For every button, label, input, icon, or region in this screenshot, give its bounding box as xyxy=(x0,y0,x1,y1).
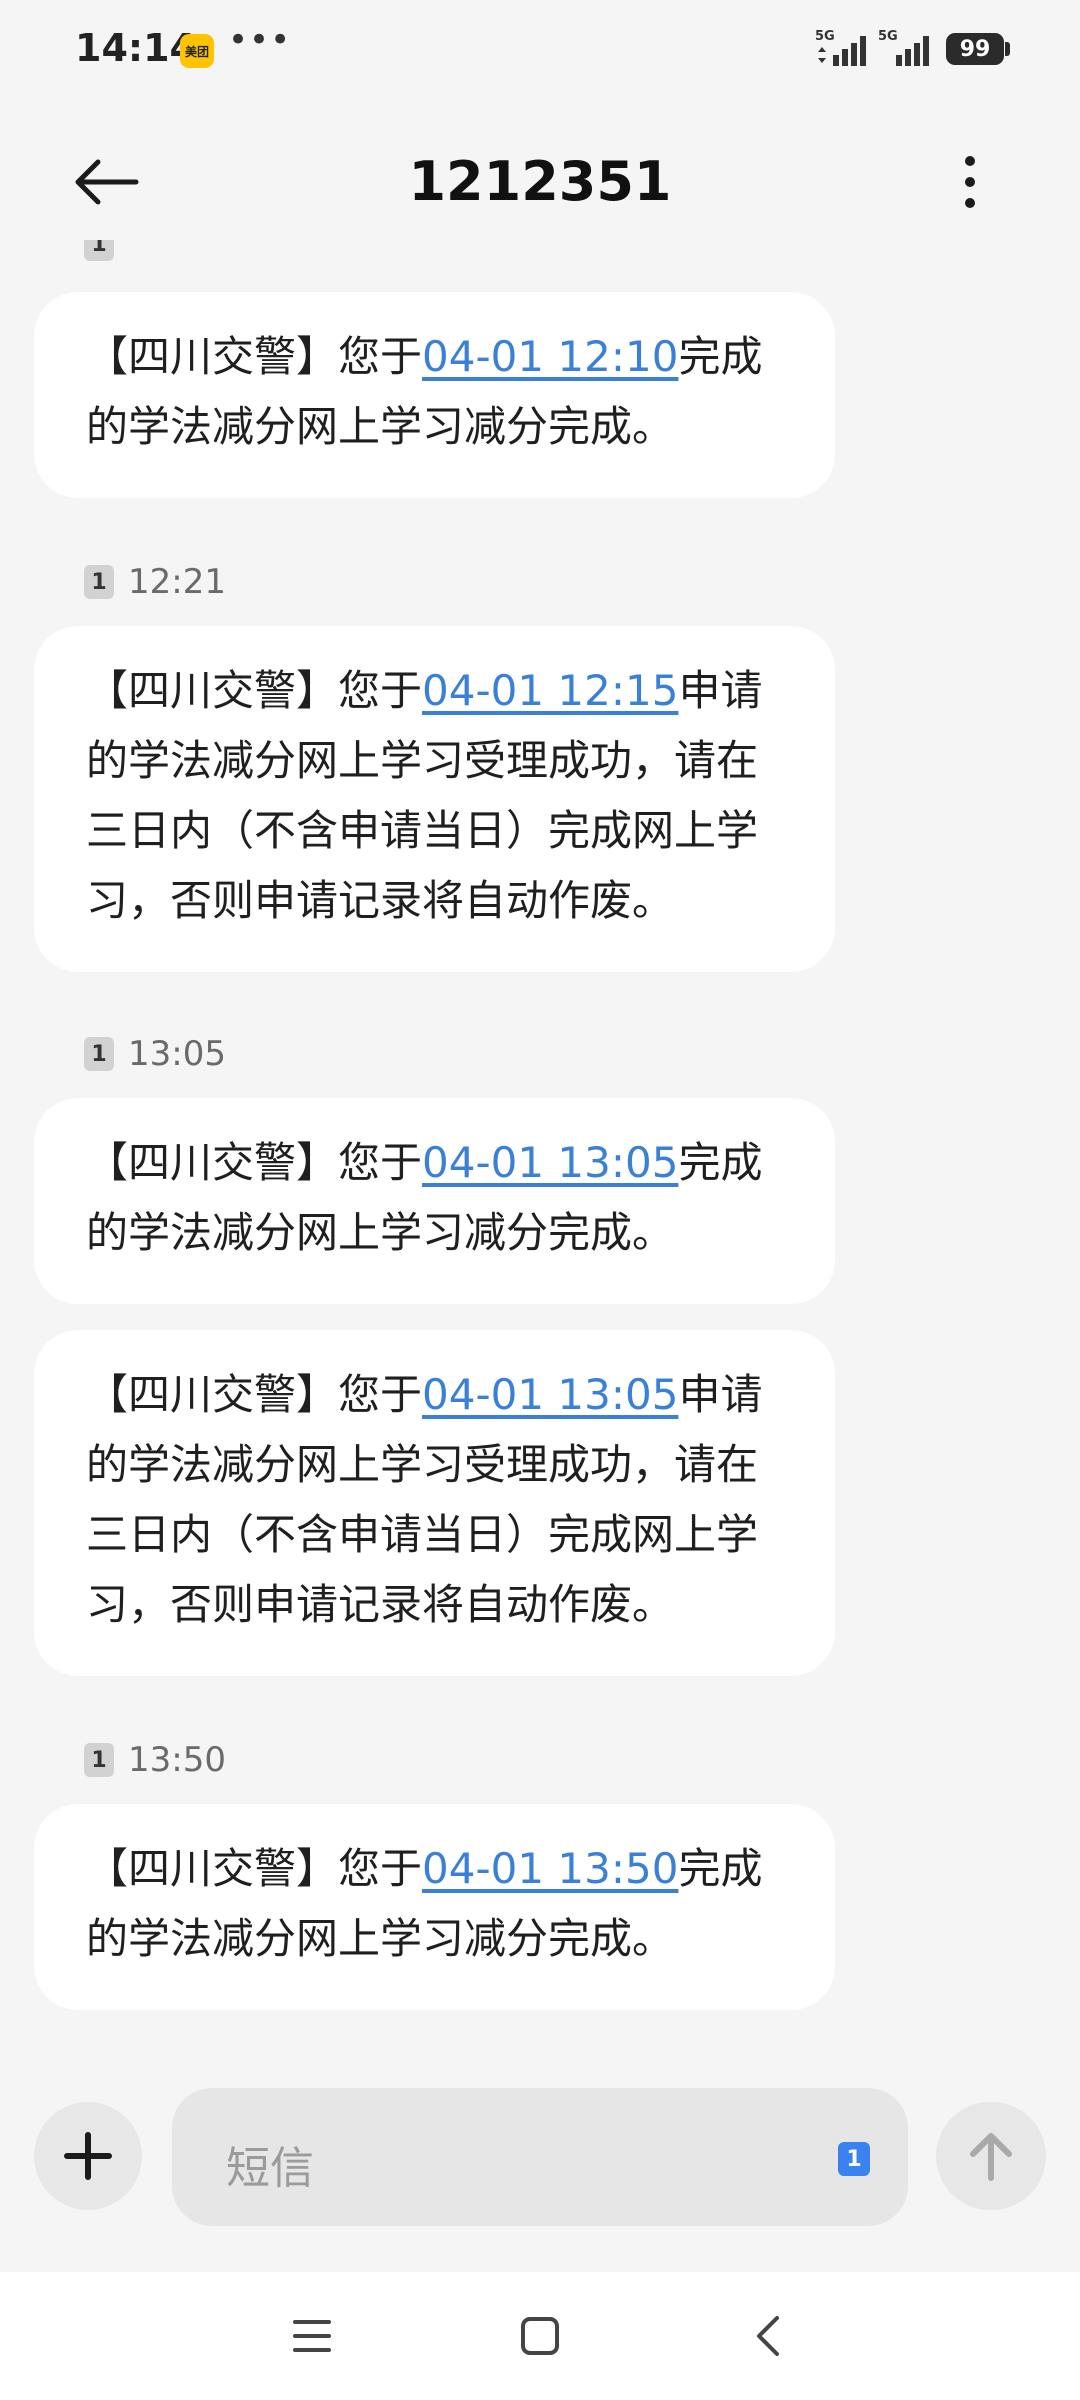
sim-card-icon: 1 xyxy=(84,565,114,599)
message-bubble[interactable]: 【四川交警】您于04-01 13:50完成的学法减分网上学习减分完成。 xyxy=(34,1804,835,2010)
meituan-app-icon: 美团 xyxy=(180,34,214,68)
attach-button[interactable] xyxy=(34,2102,142,2210)
back-chevron-icon xyxy=(757,2316,779,2356)
message-timestamp: 1 xyxy=(84,240,128,264)
contact-title: 1212351 xyxy=(408,150,672,213)
signal-5g-icon: 5G xyxy=(878,29,929,66)
status-time: 14:14 xyxy=(75,26,196,70)
datetime-link[interactable]: 04-01 12:15 xyxy=(422,666,678,715)
message-timestamp: 1 12:21 xyxy=(84,562,226,602)
sim-card-icon: 1 xyxy=(84,1743,114,1777)
sms-input[interactable]: 短信 1 xyxy=(172,2088,908,2226)
send-button[interactable] xyxy=(936,2102,1046,2210)
message-list[interactable]: 1 【四川交警】您于04-01 12:10完成的学法减分网上学习减分完成。 1 … xyxy=(0,240,1080,2060)
message-timestamp: 1 13:50 xyxy=(84,1740,226,1780)
arrow-up-icon xyxy=(970,2133,1012,2181)
timestamp-text: 13:50 xyxy=(128,1740,226,1780)
message-bubble[interactable]: 【四川交警】您于04-01 13:05完成的学法减分网上学习减分完成。 xyxy=(34,1098,835,1304)
message-timestamp: 1 13:05 xyxy=(84,1034,226,1074)
sim-select-icon[interactable]: 1 xyxy=(838,2142,870,2176)
sim-card-icon: 1 xyxy=(84,240,114,261)
more-vertical-icon xyxy=(965,156,975,208)
battery-indicator: 99 xyxy=(946,33,1004,65)
message-prefix: 【四川交警】您于 xyxy=(86,666,423,715)
battery-tip xyxy=(1005,42,1010,56)
more-notifications-icon: ••• xyxy=(228,20,292,60)
home-square-icon xyxy=(521,2317,559,2355)
sms-input-placeholder: 短信 xyxy=(226,2143,314,2194)
message-bubble[interactable]: 【四川交警】您于04-01 12:10完成的学法减分网上学习减分完成。 xyxy=(34,292,835,498)
menu-icon xyxy=(293,2320,331,2352)
message-prefix: 【四川交警】您于 xyxy=(86,1138,423,1187)
message-bubble[interactable]: 【四川交警】您于04-01 13:05申请的学法减分网上学习受理成功，请在三日内… xyxy=(34,1330,835,1676)
sim-card-icon: 1 xyxy=(84,1037,114,1071)
network-label: 5G xyxy=(815,29,835,44)
status-bar: 14:14 美团 ••• 5G 5G 99 xyxy=(0,0,1080,100)
timestamp-text: 12:21 xyxy=(128,562,226,602)
message-prefix: 【四川交警】您于 xyxy=(86,332,423,381)
message-prefix: 【四川交警】您于 xyxy=(86,1844,423,1893)
conversation-header: 1212351 xyxy=(0,120,1080,240)
more-options-button[interactable] xyxy=(930,142,1010,222)
datetime-link[interactable]: 04-01 13:05 xyxy=(422,1370,678,1419)
datetime-link[interactable]: 04-01 13:50 xyxy=(422,1844,678,1893)
nav-back-button[interactable] xyxy=(728,2296,808,2376)
datetime-link[interactable]: 04-01 12:10 xyxy=(422,332,678,381)
message-bubble[interactable]: 【四川交警】您于04-01 12:15申请的学法减分网上学习受理成功，请在三日内… xyxy=(34,626,835,972)
network-label: 5G xyxy=(878,29,898,44)
plus-icon xyxy=(64,2132,112,2180)
system-nav-bar xyxy=(0,2272,1080,2400)
timestamp-text: 13:05 xyxy=(128,1034,226,1074)
recents-button[interactable] xyxy=(272,2296,352,2376)
message-prefix: 【四川交警】您于 xyxy=(86,1370,423,1419)
signal-5g-icon: 5G xyxy=(815,29,866,66)
datetime-link[interactable]: 04-01 13:05 xyxy=(422,1138,678,1187)
message-composer: 短信 1 xyxy=(0,2080,1080,2230)
home-button[interactable] xyxy=(500,2296,580,2376)
